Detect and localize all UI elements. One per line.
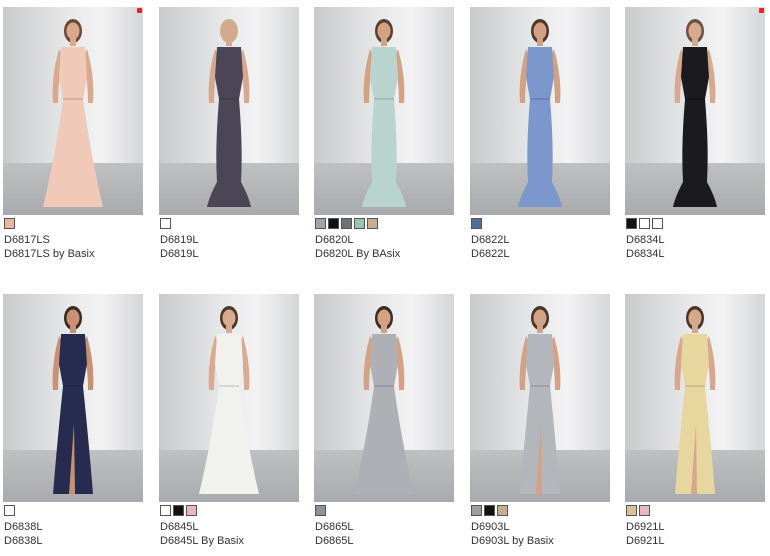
color-swatch[interactable]	[626, 505, 637, 516]
product-title[interactable]: D6834L	[626, 248, 665, 260]
color-swatch[interactable]	[471, 505, 482, 516]
product-image[interactable]	[159, 7, 299, 215]
color-swatches	[315, 505, 326, 516]
product-title[interactable]: D6903L by Basix	[471, 535, 554, 547]
product-card[interactable]: D6903L D6903L by Basix	[470, 294, 612, 547]
model-figure	[199, 306, 259, 494]
color-swatch[interactable]	[471, 218, 482, 229]
color-swatch[interactable]	[497, 505, 508, 516]
product-image[interactable]	[3, 7, 143, 215]
color-swatch[interactable]	[186, 505, 197, 516]
product-image[interactable]	[159, 294, 299, 502]
color-swatch[interactable]	[160, 505, 171, 516]
product-image[interactable]	[470, 294, 610, 502]
color-swatches	[626, 505, 650, 516]
product-image[interactable]	[314, 7, 454, 215]
color-swatches	[160, 505, 197, 516]
product-code[interactable]: D6903L	[471, 521, 510, 533]
color-swatch[interactable]	[354, 218, 365, 229]
product-title[interactable]: D6865L	[315, 535, 354, 547]
model-figure	[43, 19, 103, 207]
product-title[interactable]: D6820L By BAsix	[315, 248, 400, 260]
product-title[interactable]: D6921L	[626, 535, 665, 547]
color-swatch[interactable]	[328, 218, 339, 229]
model-figure	[207, 19, 251, 207]
model-figure	[518, 19, 562, 207]
model-figure	[362, 19, 406, 207]
color-swatch[interactable]	[484, 505, 495, 516]
product-title[interactable]: D6817LS by Basix	[4, 248, 95, 260]
product-code[interactable]: D6834L	[626, 234, 665, 246]
product-title[interactable]: D6822L	[471, 248, 510, 260]
new-badge-icon	[759, 8, 764, 13]
color-swatch[interactable]	[315, 218, 326, 229]
product-code[interactable]: D6822L	[471, 234, 510, 246]
product-card[interactable]: D6845L D6845L By Basix	[159, 294, 301, 547]
product-image[interactable]	[470, 7, 610, 215]
product-card[interactable]: D6822L D6822L	[470, 7, 612, 260]
color-swatch[interactable]	[4, 218, 15, 229]
product-card[interactable]: D6838L D6838L	[3, 294, 145, 547]
color-swatches	[160, 218, 171, 229]
product-code[interactable]: D6838L	[4, 521, 43, 533]
color-swatches	[4, 218, 15, 229]
model-figure	[52, 306, 94, 494]
color-swatch[interactable]	[626, 218, 637, 229]
product-title[interactable]: D6845L By Basix	[160, 535, 244, 547]
color-swatch[interactable]	[367, 218, 378, 229]
model-figure	[519, 306, 561, 494]
color-swatches	[315, 218, 378, 229]
color-swatches	[471, 218, 482, 229]
color-swatch[interactable]	[341, 218, 352, 229]
color-swatch[interactable]	[315, 505, 326, 516]
color-swatch[interactable]	[652, 218, 663, 229]
product-card[interactable]: D6820L D6820L By BAsix	[314, 7, 456, 260]
model-figure	[674, 306, 716, 494]
color-swatch[interactable]	[173, 505, 184, 516]
model-figure	[673, 19, 717, 207]
color-swatch[interactable]	[639, 505, 650, 516]
product-image[interactable]	[625, 294, 765, 502]
product-image[interactable]	[625, 7, 765, 215]
product-card[interactable]: D6865L D6865L	[314, 294, 456, 547]
product-card[interactable]: D6834L D6834L	[625, 7, 767, 260]
product-card[interactable]: D6921L D6921L	[625, 294, 767, 547]
product-code[interactable]: D6819L	[160, 234, 199, 246]
color-swatch[interactable]	[639, 218, 650, 229]
product-image[interactable]	[314, 294, 454, 502]
product-image[interactable]	[3, 294, 143, 502]
product-code[interactable]: D6845L	[160, 521, 199, 533]
color-swatches	[471, 505, 508, 516]
product-code[interactable]: D6820L	[315, 234, 354, 246]
model-figure	[354, 306, 414, 494]
product-title[interactable]: D6819L	[160, 248, 199, 260]
product-code[interactable]: D6921L	[626, 521, 665, 533]
new-badge-icon	[137, 8, 142, 13]
product-code[interactable]: D6817LS	[4, 234, 50, 246]
color-swatches	[4, 505, 15, 516]
color-swatch[interactable]	[160, 218, 171, 229]
product-title[interactable]: D6838L	[4, 535, 43, 547]
product-grid: D6817LS D6817LS by Basix D6819L D6819L D6820…	[0, 0, 770, 556]
product-card[interactable]: D6819L D6819L	[159, 7, 301, 260]
color-swatches	[626, 218, 663, 229]
product-card[interactable]: D6817LS D6817LS by Basix	[3, 7, 145, 260]
product-code[interactable]: D6865L	[315, 521, 354, 533]
color-swatch[interactable]	[4, 505, 15, 516]
